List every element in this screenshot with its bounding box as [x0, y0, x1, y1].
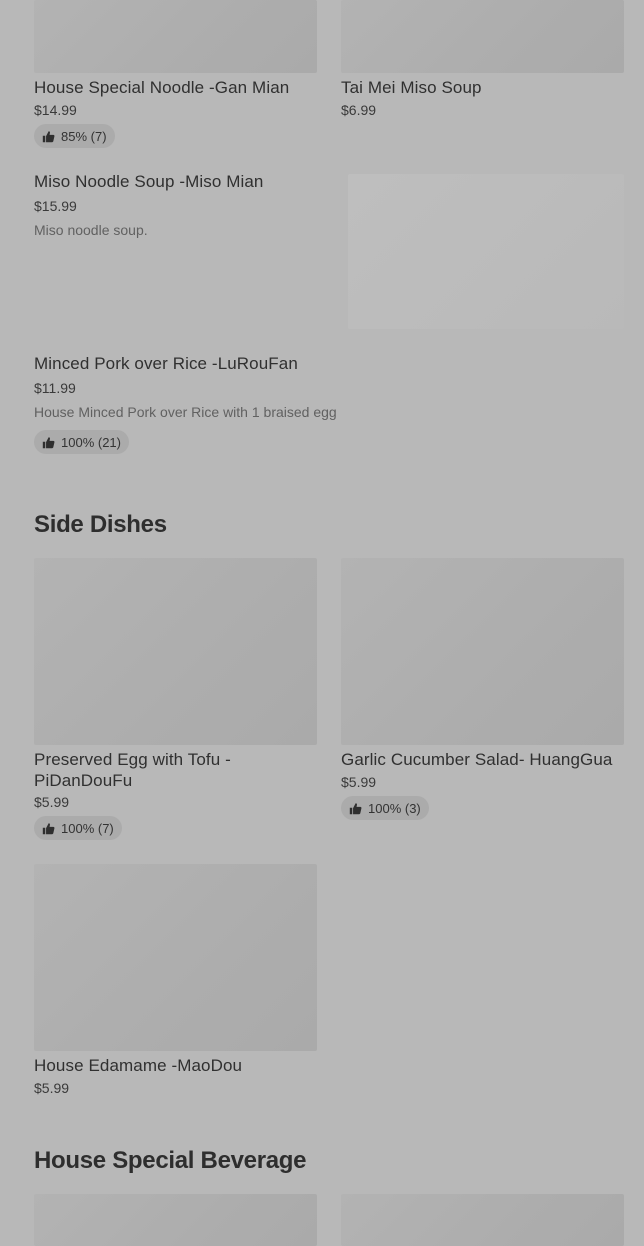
item-price: $5.99	[34, 1080, 70, 1096]
item-name[interactable]: Tai Mei Miso Soup	[341, 77, 624, 98]
item-image-pidandoufu[interactable]	[34, 558, 317, 745]
section-title-side-dishes: Side Dishes	[34, 511, 167, 538]
item-price: $15.99	[34, 198, 77, 214]
item-name[interactable]: Garlic Cucumber Salad- HuangGua	[341, 749, 631, 770]
item-description: Miso noodle soup.	[34, 222, 148, 238]
section-title-beverage: House Special Beverage	[34, 1147, 307, 1174]
thumbs-up-icon	[42, 436, 55, 448]
item-image-beverage-1[interactable]	[34, 1194, 317, 1246]
item-name[interactable]: Minced Pork over Rice -LuRouFan	[34, 353, 534, 374]
item-name[interactable]: House Edamame -MaoDou	[34, 1055, 317, 1076]
rating-text: 100% (21)	[61, 434, 121, 450]
rating-text: 100% (3)	[368, 800, 421, 816]
item-price: $6.99	[341, 102, 377, 118]
item-name[interactable]: Preserved Egg with Tofu -PiDanDouFu	[34, 749, 317, 791]
item-image-gan-mian[interactable]	[34, 0, 317, 73]
thumbs-up-icon	[349, 802, 362, 814]
item-price: $14.99	[34, 102, 77, 118]
item-description: House Minced Pork over Rice with 1 brais…	[34, 404, 337, 420]
item-image-beverage-2[interactable]	[341, 1194, 624, 1246]
item-price: $5.99	[34, 794, 70, 810]
rating-text: 100% (7)	[61, 820, 114, 836]
rating-badge: 100% (3)	[341, 796, 429, 820]
item-price: $5.99	[341, 774, 377, 790]
thumbs-up-icon	[42, 130, 55, 142]
item-name[interactable]: House Special Noodle -Gan Mian	[34, 77, 317, 98]
item-image-tai-mei-miso-soup[interactable]	[341, 0, 624, 73]
rating-text: 85% (7)	[61, 128, 107, 144]
item-image-huanggua[interactable]	[341, 558, 624, 745]
item-image-miso-mian[interactable]	[348, 174, 624, 329]
item-name[interactable]: Miso Noodle Soup -Miso Mian	[34, 171, 334, 192]
rating-badge: 100% (7)	[34, 816, 122, 840]
rating-badge: 85% (7)	[34, 124, 115, 148]
menu-page: House Special Noodle -Gan Mian $14.99 85…	[0, 0, 644, 1246]
rating-badge: 100% (21)	[34, 430, 129, 454]
item-image-maodou[interactable]	[34, 864, 317, 1051]
thumbs-up-icon	[42, 822, 55, 834]
item-price: $11.99	[34, 380, 76, 396]
